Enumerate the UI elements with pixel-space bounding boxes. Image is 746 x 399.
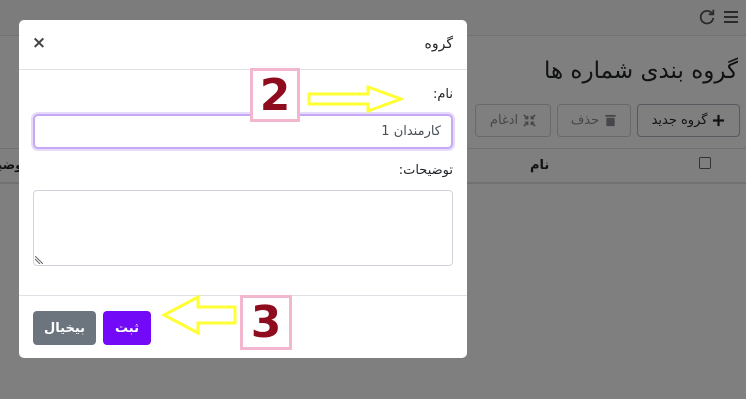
modal-title: گروه: [424, 36, 454, 52]
step-3-marker: 3: [240, 295, 292, 350]
submit-button[interactable]: ثبت: [103, 311, 151, 345]
close-button[interactable]: ×: [31, 34, 47, 52]
modal-header: گروه ×: [19, 20, 467, 70]
resize-grip-icon[interactable]: [35, 256, 43, 264]
name-label: نام:: [432, 87, 453, 102]
name-input[interactable]: [33, 114, 453, 149]
description-label: توضیحات:: [398, 163, 453, 178]
cancel-button[interactable]: بیخیال: [33, 311, 96, 345]
step-2-marker: 2: [250, 68, 300, 122]
description-textarea[interactable]: [33, 190, 453, 266]
arrow-right-icon: [307, 84, 404, 114]
arrow-left-icon: [160, 294, 237, 336]
